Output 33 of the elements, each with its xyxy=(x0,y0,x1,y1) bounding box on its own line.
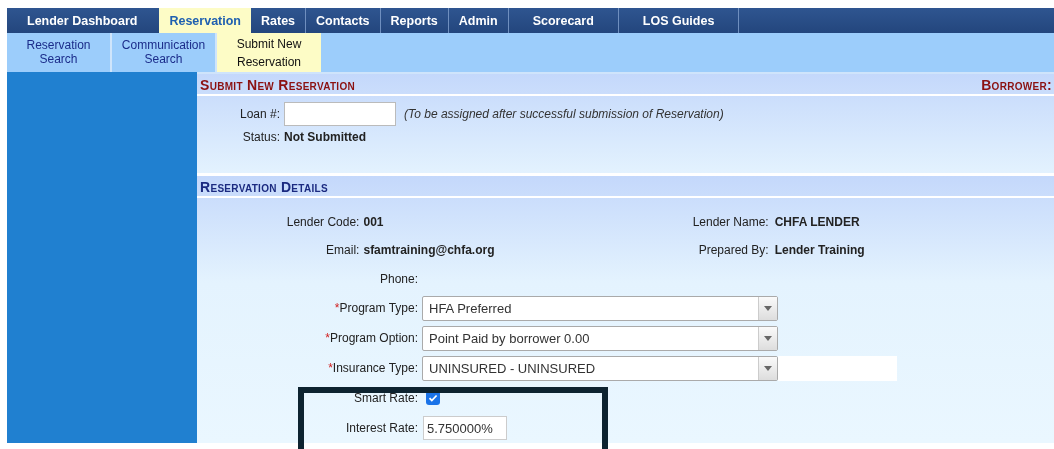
field-label: *Insurance Type: xyxy=(327,361,419,375)
nav-tab[interactable]: Lender Dashboard xyxy=(7,8,160,33)
field-label: Email: xyxy=(325,243,361,258)
field-label: Lender Name: xyxy=(691,214,770,229)
field-label: Loan #: xyxy=(238,107,281,121)
dropdown[interactable]: UNINSURED - UNINSURED xyxy=(422,355,778,381)
field-value: CHFA LENDER xyxy=(774,214,861,229)
dropdown[interactable]: Point Paid by borrower 0.00 xyxy=(422,325,778,351)
caret-icon xyxy=(764,365,772,371)
field-label: Status: xyxy=(241,130,281,144)
field-label: *Program Option: xyxy=(324,331,419,345)
section-title: Reservation Details xyxy=(200,178,328,196)
caret-icon xyxy=(764,305,772,311)
field-value: sfamtraining@chfa.org xyxy=(363,243,496,258)
field-label: Smart Rate: xyxy=(352,391,419,405)
check-icon xyxy=(428,393,438,403)
section-title: Submit New Reservation xyxy=(200,77,356,94)
field-value: Lender Training xyxy=(774,243,866,258)
borrower-label: Borrower: xyxy=(981,77,1052,94)
input-field[interactable]: 5.750000% xyxy=(423,416,507,440)
field-label: Prepared By: xyxy=(697,243,770,258)
nav-tab[interactable]: Reservation xyxy=(159,8,251,33)
field-label: Lender Code: xyxy=(285,214,361,229)
input-field[interactable] xyxy=(284,102,396,126)
field-label: Phone: xyxy=(378,271,419,286)
note-text: (To be assigned after successful submission of Reservation) xyxy=(404,107,724,121)
field-label: Interest Rate: xyxy=(344,421,419,435)
field-value: 001 xyxy=(363,214,385,229)
field-label: *Program Type: xyxy=(333,301,419,315)
sub-tab[interactable]: Submit New Reservation xyxy=(217,33,321,72)
caret-icon xyxy=(764,335,772,341)
dropdown[interactable]: HFA Preferred xyxy=(422,295,778,321)
status-value: Not Submitted xyxy=(284,130,366,144)
